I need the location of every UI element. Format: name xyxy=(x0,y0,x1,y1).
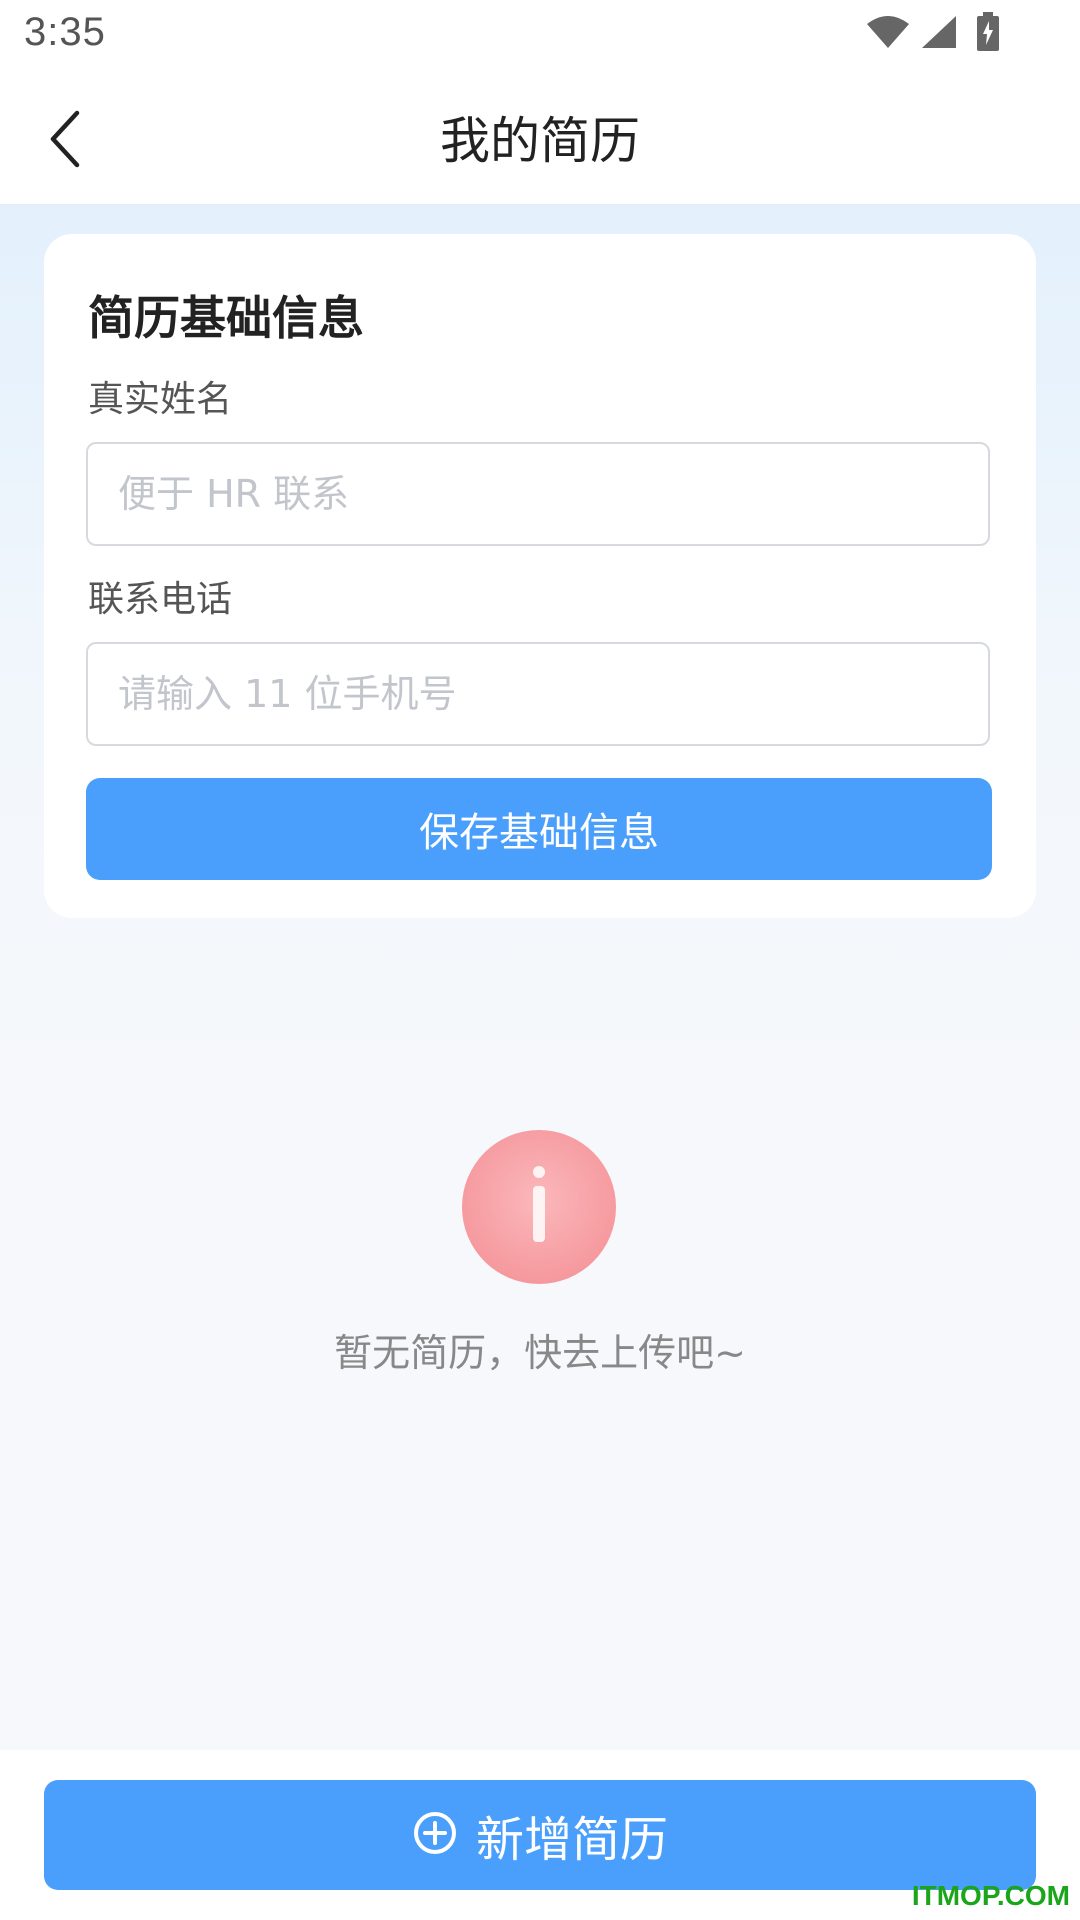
app-screen: 3:35 我的简历 简历基础信息 真实姓名 便于 HR 联系 联系电话 请输入 … xyxy=(0,0,1080,1920)
app-header: 我的简历 xyxy=(0,78,1080,204)
empty-state-message: 暂无简历，快去上传吧~ xyxy=(334,1331,746,1375)
watermark-logo: ITMOP.COM xyxy=(911,1880,1070,1911)
chevron-left-icon xyxy=(45,109,85,173)
add-resume-label: 新增简历 xyxy=(475,1812,668,1868)
info-icon xyxy=(460,1128,618,1286)
status-time: 3:35 xyxy=(24,10,106,54)
name-input[interactable] xyxy=(88,444,988,544)
cellular-signal-icon xyxy=(920,14,958,54)
back-button[interactable] xyxy=(30,103,100,179)
save-basic-info-button[interactable]: 保存基础信息 xyxy=(86,778,992,880)
wifi-icon xyxy=(866,14,910,54)
phone-label: 联系电话 xyxy=(88,579,233,620)
page-title: 我的简历 xyxy=(440,112,640,170)
phone-field-container xyxy=(86,642,990,746)
name-label: 真实姓名 xyxy=(88,379,233,420)
content-area: 简历基础信息 真实姓名 联系电话 保存基础信息 xyxy=(0,204,1080,1750)
battery-charging-icon xyxy=(976,12,1000,56)
status-icons xyxy=(866,12,1000,56)
basic-info-card: 简历基础信息 真实姓名 联系电话 保存基础信息 xyxy=(44,234,1036,918)
card-title: 简历基础信息 xyxy=(88,291,364,345)
status-bar: 3:35 xyxy=(0,0,1080,78)
add-resume-button[interactable]: 新增简历 xyxy=(44,1780,1036,1890)
name-field-container xyxy=(86,442,990,546)
plus-circle-icon xyxy=(412,1810,458,1860)
phone-input[interactable] xyxy=(88,644,988,744)
